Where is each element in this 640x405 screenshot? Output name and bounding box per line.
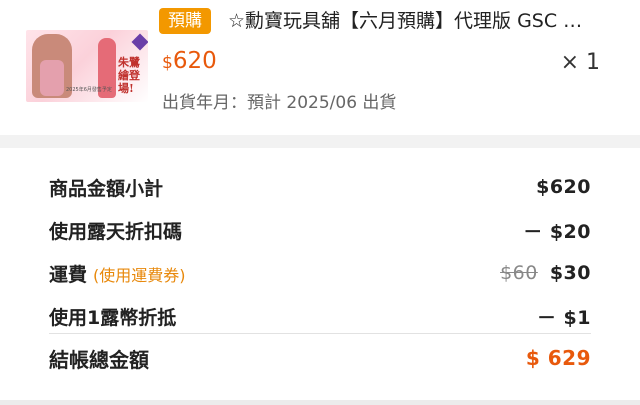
coupon-row: 使用露天折扣碼 － $20 — [49, 213, 591, 247]
preorder-badge: 預購 — [159, 8, 211, 34]
price-currency: $ — [162, 53, 173, 73]
shipping-original-price: $60 — [500, 262, 538, 284]
product-card[interactable]: 朱鷺繪登場! 2025年6月發售予定 預購 ☆勳寶玩具舖【六月預購】代理版 GS… — [0, 0, 640, 135]
order-summary: 商品金額小計 $620 使用露天折扣碼 － $20 運費 (使用運費券) $60 $… — [0, 148, 640, 405]
ship-date: 出貨年月：預計 2025/06 出貨 — [162, 93, 397, 113]
points-value: － $1 — [536, 306, 591, 329]
shipping-coupon-note[interactable]: (使用運費券) — [93, 266, 186, 285]
thumbnail-caption: 2025年6月發售予定 — [66, 87, 112, 93]
shipping-row: 運費 (使用運費券) $60 $30 — [49, 256, 591, 290]
shipping-value: $30 — [549, 262, 591, 284]
coupon-value: － $20 — [523, 220, 591, 243]
subtotal-value: $620 — [536, 176, 591, 198]
shipping-label-group: 運費 (使用運費券) — [49, 260, 186, 287]
bottom-divider — [0, 400, 640, 405]
subtotal-label: 商品金額小計 — [49, 177, 164, 200]
total-label: 結帳總金額 — [49, 347, 149, 372]
price-amount: 620 — [172, 48, 217, 74]
total-value: $ 629 — [525, 346, 591, 370]
product-price: $620 — [162, 46, 217, 78]
quantity-label: × 1 — [560, 50, 600, 75]
total-row: 結帳總金額 $ 629 — [49, 341, 591, 375]
product-title[interactable]: ☆勳寶玩具舖【六月預購】代理版 GSC POP UP PARADE 龍族拼圖 菲… — [228, 7, 588, 35]
shipping-value-group: $60 $30 — [500, 262, 591, 284]
coupon-label: 使用露天折扣碼 — [49, 220, 183, 243]
points-row: 使用1露幣折抵 － $1 — [49, 299, 591, 333]
points-label: 使用1露幣折抵 — [49, 306, 177, 329]
brand-logo-icon — [131, 33, 148, 51]
product-thumbnail[interactable]: 朱鷺繪登場! 2025年6月發售予定 — [26, 30, 148, 102]
thumbnail-headline: 朱鷺繪登場! — [118, 56, 140, 95]
shipping-label: 運費 — [49, 263, 88, 286]
divider — [49, 333, 591, 334]
subtotal-row: 商品金額小計 $620 — [49, 170, 591, 204]
